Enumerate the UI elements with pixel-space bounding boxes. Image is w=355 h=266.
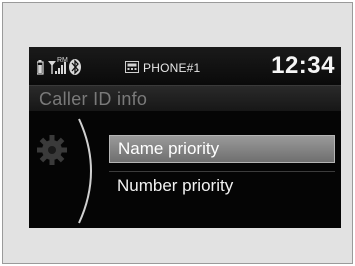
menu-item-number-priority[interactable]: Number priority [109,171,335,200]
menu-item-name-priority[interactable]: Name priority [109,135,335,163]
menu-arc-decoration [78,118,92,224]
battery-icon [37,60,44,75]
signal-rm-label: RM [57,57,68,64]
status-bar: RM PHONE#1 12:34 [29,47,341,85]
title-bar: Caller ID info [29,85,341,112]
menu-list: Name priority Number priority [109,135,335,208]
status-icons: RM [37,57,81,75]
menu-item-label: Number priority [117,176,234,195]
figure-frame: RM PHONE#1 12:34 Caller ID info Name pri… [2,2,353,264]
signal-icon: RM [48,57,68,74]
screen-title: Caller ID info [39,89,148,109]
phone-label: PHONE#1 [143,61,201,75]
phone-icon [125,61,139,73]
menu-item-label: Name priority [118,139,220,158]
clock: 12:34 [271,52,335,79]
menu-area: Name priority Number priority [29,111,341,228]
infotainment-screen: RM PHONE#1 12:34 Caller ID info Name pri… [29,47,341,228]
gear-icon [37,135,67,165]
bluetooth-icon [69,59,81,75]
